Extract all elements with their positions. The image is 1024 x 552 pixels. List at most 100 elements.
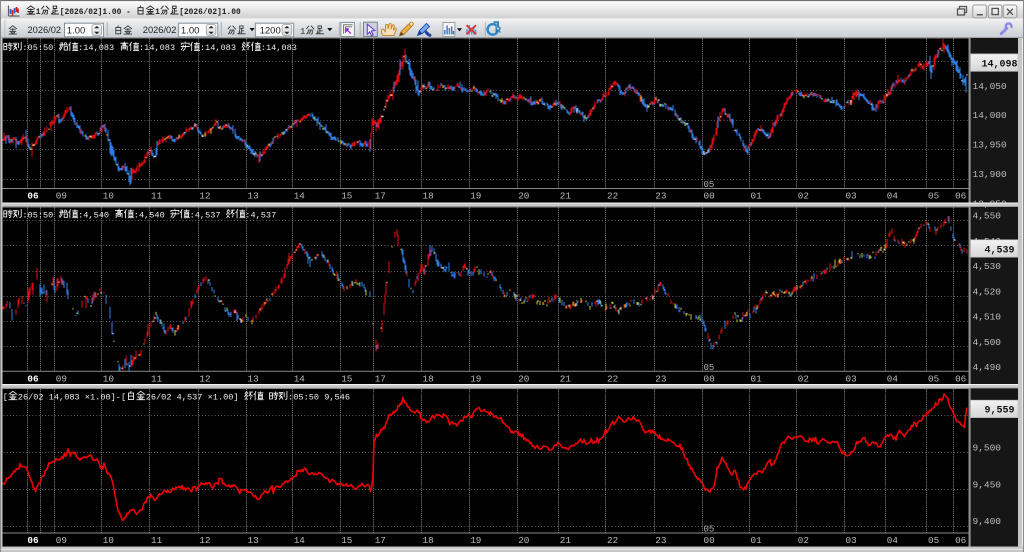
svg-text:01: 01 [751,373,763,384]
svg-text:22: 22 [607,373,618,384]
svg-text:13: 13 [248,373,259,384]
svg-text::14,083: :14,083 [200,43,236,53]
svg-text:03: 03 [846,373,857,384]
svg-text:11: 11 [151,191,163,202]
svg-text:1: 1 [36,8,41,17]
svg-text:9,500: 9,500 [973,442,1002,453]
svg-text:15: 15 [341,191,352,202]
svg-text:06: 06 [27,191,39,202]
svg-text:05: 05 [928,373,939,384]
svg-text:03: 03 [846,535,857,546]
svg-text:05: 05 [704,180,715,190]
svg-text:09: 09 [56,373,67,384]
svg-text::05:50: :05:50 [22,43,53,53]
svg-text:05: 05 [928,191,939,202]
svg-text:13,900: 13,900 [973,169,1008,180]
svg-text::4,540: :4,540 [134,211,165,221]
svg-text:00: 00 [704,373,715,384]
svg-text::14,083: :14,083 [139,43,175,53]
svg-text:15: 15 [341,373,352,384]
svg-text:04: 04 [887,535,899,546]
svg-text:10: 10 [103,191,114,202]
svg-text:17: 17 [375,191,386,202]
svg-text:17: 17 [375,373,386,384]
svg-text:1.00: 1.00 [181,26,200,37]
svg-text:1.00: 1.00 [67,26,86,37]
svg-text:1.00]: 1.00] [213,393,239,403]
svg-text:23: 23 [655,191,666,202]
svg-text:12: 12 [199,191,210,202]
svg-text:04: 04 [887,191,899,202]
svg-text:04: 04 [887,373,899,384]
svg-text:00: 00 [704,191,715,202]
svg-text:26/02 4,537: 26/02 4,537 [146,393,203,403]
svg-text:4,500: 4,500 [973,337,1002,348]
svg-text:17: 17 [375,535,386,546]
svg-text:14,050: 14,050 [973,81,1008,92]
svg-text:10: 10 [103,535,114,546]
svg-text:4,550: 4,550 [973,211,1002,222]
svg-text:1: 1 [155,8,160,17]
svg-text:9,400: 9,400 [973,516,1002,527]
svg-text:21: 21 [560,373,572,384]
svg-text:00: 00 [704,535,715,546]
svg-text:22: 22 [607,535,618,546]
svg-text:03: 03 [846,191,857,202]
svg-text:11: 11 [151,535,163,546]
svg-text:19: 19 [470,191,481,202]
svg-text:14: 14 [294,535,306,546]
svg-text:06: 06 [27,535,39,546]
svg-text:05: 05 [704,363,715,373]
svg-text::14,083: :14,083 [78,43,114,53]
svg-text:01: 01 [751,191,763,202]
svg-text:13: 13 [248,191,259,202]
svg-text:21: 21 [560,191,572,202]
svg-text::05:50 9,546: :05:50 9,546 [288,393,350,403]
svg-text:12: 12 [199,373,210,384]
svg-text:02: 02 [798,373,809,384]
svg-text:1: 1 [300,27,305,37]
svg-text:18: 18 [423,191,434,202]
svg-text:06: 06 [955,191,966,202]
svg-text:9,559: 9,559 [984,406,1014,417]
svg-text::4,540: :4,540 [78,211,109,221]
svg-text:02: 02 [798,535,809,546]
svg-text:06: 06 [955,535,966,546]
svg-text:4,530: 4,530 [973,261,1002,272]
svg-text:2026/02: 2026/02 [143,25,177,35]
svg-text:12: 12 [199,535,210,546]
svg-text:26/02 14,083: 26/02 14,083 [18,393,80,403]
svg-text:20: 20 [518,535,529,546]
svg-text:15: 15 [341,535,352,546]
svg-text:9,450: 9,450 [973,479,1002,490]
svg-text:05: 05 [704,525,715,535]
svg-text:4,539: 4,539 [984,245,1014,256]
svg-text:1.00]-[: 1.00]-[ [90,393,126,403]
svg-text:1200: 1200 [260,26,281,37]
svg-text:21: 21 [560,535,572,546]
svg-text:4,490: 4,490 [973,362,1002,373]
svg-text:02: 02 [798,191,809,202]
svg-text:23: 23 [655,535,666,546]
svg-text:22: 22 [607,191,618,202]
svg-text:18: 18 [423,373,434,384]
svg-text:13,950: 13,950 [973,140,1008,151]
svg-text:09: 09 [56,191,67,202]
svg-text:13: 13 [248,535,259,546]
svg-text:18: 18 [423,535,434,546]
svg-text:06: 06 [955,373,966,384]
svg-text:14: 14 [294,191,306,202]
svg-text:2026/02: 2026/02 [28,25,62,35]
svg-text:14: 14 [294,373,306,384]
svg-text:23: 23 [655,373,666,384]
svg-text:14,000: 14,000 [973,110,1008,121]
svg-text:4,520: 4,520 [973,286,1002,297]
svg-text:11: 11 [151,373,163,384]
svg-text:R: R [495,25,501,35]
svg-text:[: [ [3,393,8,403]
svg-text:19: 19 [470,373,481,384]
svg-text::4,537: :4,537 [245,211,276,221]
svg-text:09: 09 [56,535,67,546]
svg-text:20: 20 [518,191,529,202]
svg-text:20: 20 [518,373,529,384]
